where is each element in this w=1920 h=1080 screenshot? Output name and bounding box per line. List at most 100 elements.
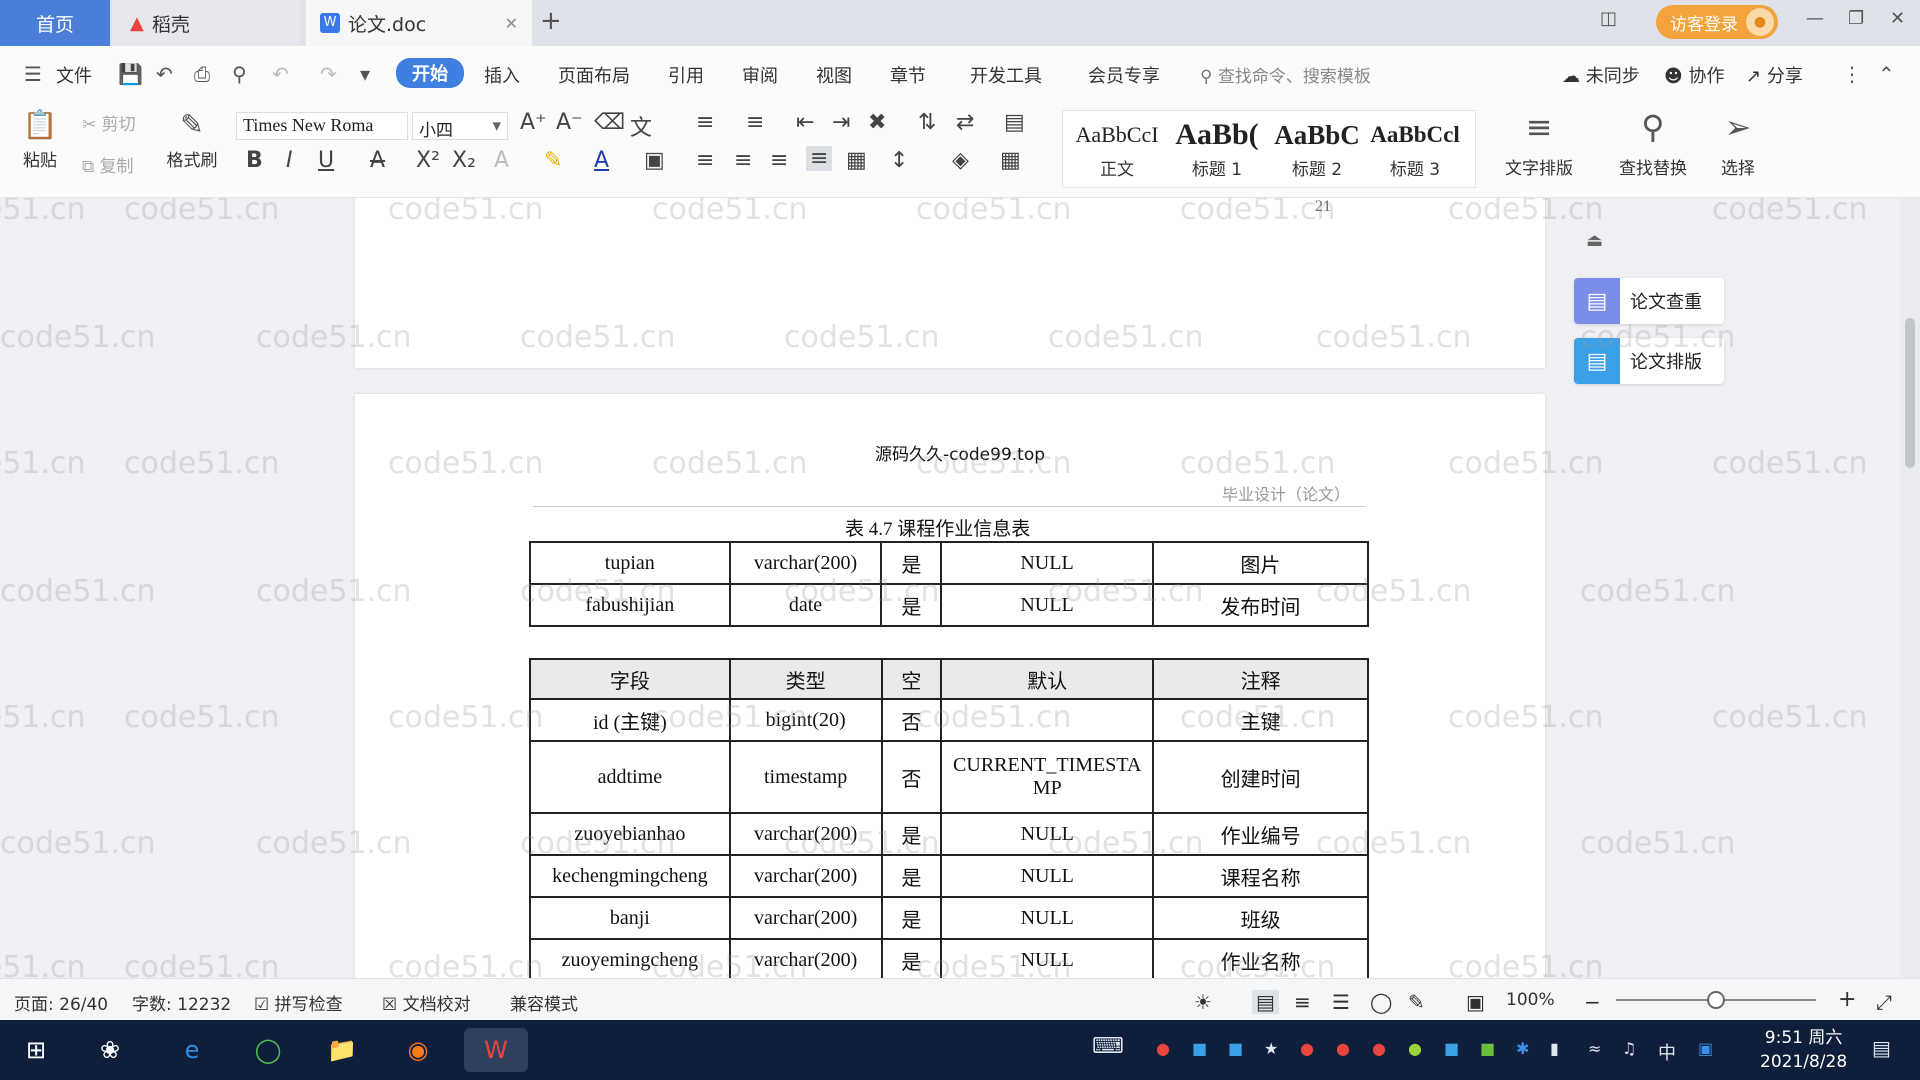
zoom-slider[interactable] <box>1616 991 1816 1009</box>
print-preview-icon[interactable]: ⚲ <box>232 62 247 86</box>
numbered-list-icon[interactable]: ≡ <box>746 110 764 135</box>
format-painter-button[interactable]: ✎ 格式刷 <box>162 108 222 171</box>
justify-icon[interactable]: ≡ <box>806 146 833 171</box>
text-effect-icon[interactable]: A <box>494 148 509 173</box>
line-spacing-icon[interactable]: ↕ <box>890 148 908 173</box>
tray-app-icon[interactable]: ● <box>1156 1039 1170 1058</box>
bluetooth-icon[interactable]: ✱ <box>1516 1039 1529 1058</box>
output-pdf-icon[interactable]: ↶ <box>156 62 173 86</box>
reading-view-icon[interactable]: ☰ <box>1332 990 1350 1014</box>
volume-icon[interactable]: ♫ <box>1622 1039 1636 1058</box>
new-tab-button[interactable]: + <box>540 6 562 36</box>
system-clock[interactable]: 9:51 周六 2021/8/28 <box>1760 1026 1847 1074</box>
style-normal[interactable]: AaBbCcI 正文 <box>1067 115 1167 180</box>
wps-writer-icon[interactable]: W <box>464 1028 528 1072</box>
media-app-icon[interactable]: ◉ <box>396 1028 440 1072</box>
shrink-font-icon[interactable]: A⁻ <box>556 110 583 135</box>
menu-view[interactable]: 视图 <box>816 62 852 88</box>
undo-icon[interactable]: ↶ <box>272 62 289 86</box>
zoom-slider-knob[interactable] <box>1707 991 1725 1009</box>
write-view-icon[interactable]: ✎ <box>1408 990 1425 1014</box>
page-count[interactable]: 页面: 26/40 <box>14 990 108 1015</box>
menu-references[interactable]: 引用 <box>668 62 704 88</box>
chinese-layout-icon[interactable]: ✖ <box>868 110 886 135</box>
document-page-21[interactable]: 21 <box>355 198 1545 368</box>
style-heading-2[interactable]: AaBbC 标题 2 <box>1267 115 1367 180</box>
align-center-icon[interactable]: ≡ <box>734 148 752 173</box>
underline-icon[interactable]: U <box>318 148 334 173</box>
clear-format-icon[interactable]: ⌫ <box>594 110 625 135</box>
wifi-icon[interactable]: ≈ <box>1588 1039 1601 1058</box>
cut-button[interactable]: ✂ 剪切 <box>82 110 136 135</box>
outline-view-icon[interactable]: ≡ <box>1294 990 1311 1014</box>
copy-button[interactable]: ⧉ 复制 <box>82 152 134 177</box>
tray-app-icon[interactable]: ■ <box>1444 1039 1459 1058</box>
file-explorer-icon[interactable]: 📁 <box>320 1028 364 1072</box>
menu-home[interactable]: 开始 <box>396 58 464 88</box>
sync-button[interactable]: ☁ 未同步 <box>1562 62 1640 88</box>
zoom-value[interactable]: 100% <box>1506 990 1555 1010</box>
text-layout-button[interactable]: ≡ 文字排版 <box>1494 108 1584 179</box>
style-heading-1[interactable]: AaBb( 标题 1 <box>1167 115 1267 180</box>
superscript-icon[interactable]: X² <box>416 148 440 173</box>
share-button[interactable]: ↗ 分享 <box>1746 62 1803 88</box>
tab-document[interactable]: W 论文.doc ✕ <box>306 0 532 46</box>
menu-insert[interactable]: 插入 <box>484 62 520 88</box>
close-tab-icon[interactable]: ✕ <box>505 14 518 33</box>
tray-app-icon[interactable]: ■ <box>1192 1039 1207 1058</box>
print-icon[interactable]: ⎙ <box>194 62 210 86</box>
battery-icon[interactable]: ▮ <box>1550 1039 1559 1058</box>
fit-page-icon[interactable]: ▣ <box>1466 990 1485 1014</box>
tray-app-icon[interactable]: ● <box>1336 1039 1350 1058</box>
app-launcher-icon[interactable]: ❀ <box>88 1028 132 1072</box>
style-heading-3[interactable]: AaBbCcl 标题 3 <box>1365 115 1465 180</box>
tray-app-icon[interactable]: ● <box>1300 1039 1314 1058</box>
zoom-in-icon[interactable]: + <box>1838 987 1856 1012</box>
web-view-icon[interactable]: ◯ <box>1370 990 1392 1014</box>
minimize-icon[interactable]: — <box>1806 8 1824 29</box>
select-button[interactable]: ➢ 选择 <box>1708 108 1768 179</box>
borders-icon[interactable]: ▦ <box>1000 148 1021 173</box>
eye-protect-icon[interactable]: ☀ <box>1194 990 1212 1014</box>
tray-app-icon[interactable]: ■ <box>1480 1039 1495 1058</box>
tray-app-icon[interactable]: ■ <box>1228 1039 1243 1058</box>
bullet-list-icon[interactable]: ≡ <box>696 110 714 135</box>
close-window-icon[interactable]: ✕ <box>1890 8 1905 29</box>
paste-button[interactable]: 📋 粘贴 <box>14 108 66 171</box>
bold-icon[interactable]: B <box>246 148 263 173</box>
quick-access-dropdown-icon[interactable]: ▾ <box>360 62 370 86</box>
guest-login-button[interactable]: 访客登录 ● <box>1656 5 1778 39</box>
document-workspace[interactable]: 21 毕业设计（论文） tupian varchar(200) 是 NULL 图… <box>0 198 1920 978</box>
keyboard-icon[interactable]: ⌨ <box>1092 1034 1124 1059</box>
text-direction-icon[interactable]: ⇄ <box>956 110 974 135</box>
highlight-icon[interactable]: ✎ <box>544 148 562 173</box>
decrease-indent-icon[interactable]: ⇤ <box>796 110 814 135</box>
spell-check-button[interactable]: ☑ 拼写检查 <box>254 990 343 1015</box>
command-search[interactable]: ⚲ 查找命令、搜索模板 <box>1200 62 1371 87</box>
windows-start-icon[interactable]: ⊞ <box>14 1028 58 1072</box>
strikethrough-icon[interactable]: A <box>370 148 385 173</box>
vertical-scrollbar[interactable] <box>1900 198 1920 978</box>
subscript-icon[interactable]: X₂ <box>452 148 476 173</box>
shield-icon[interactable]: ★ <box>1264 1039 1278 1058</box>
tray-app-icon[interactable]: ● <box>1372 1039 1386 1058</box>
redo-icon[interactable]: ↷ <box>320 62 337 86</box>
find-replace-button[interactable]: ⚲ 查找替换 <box>1608 108 1698 179</box>
align-left-icon[interactable]: ≡ <box>696 148 714 173</box>
scrollbar-thumb[interactable] <box>1905 318 1915 468</box>
grow-font-icon[interactable]: A⁺ <box>520 110 547 135</box>
tray-q-icon[interactable]: ▣ <box>1698 1039 1713 1058</box>
sort-icon[interactable]: ⇅ <box>918 110 936 135</box>
menu-chapter[interactable]: 章节 <box>890 62 926 88</box>
tray-app-icon[interactable]: ● <box>1408 1039 1422 1058</box>
notification-icon[interactable]: ▤ <box>1872 1036 1891 1060</box>
browser-360-icon[interactable]: ◯ <box>246 1028 290 1072</box>
menu-file[interactable]: 文件 <box>56 62 92 88</box>
tab-home[interactable]: 首页 <box>0 0 110 46</box>
menu-page-layout[interactable]: 页面布局 <box>558 62 630 88</box>
proofread-button[interactable]: ☒ 文档校对 <box>382 990 471 1015</box>
increase-indent-icon[interactable]: ⇥ <box>832 110 850 135</box>
show-marks-icon[interactable]: ▤ <box>1004 110 1025 135</box>
more-icon[interactable]: ⋮ <box>1842 62 1862 86</box>
menu-member[interactable]: 会员专享 <box>1088 62 1160 88</box>
